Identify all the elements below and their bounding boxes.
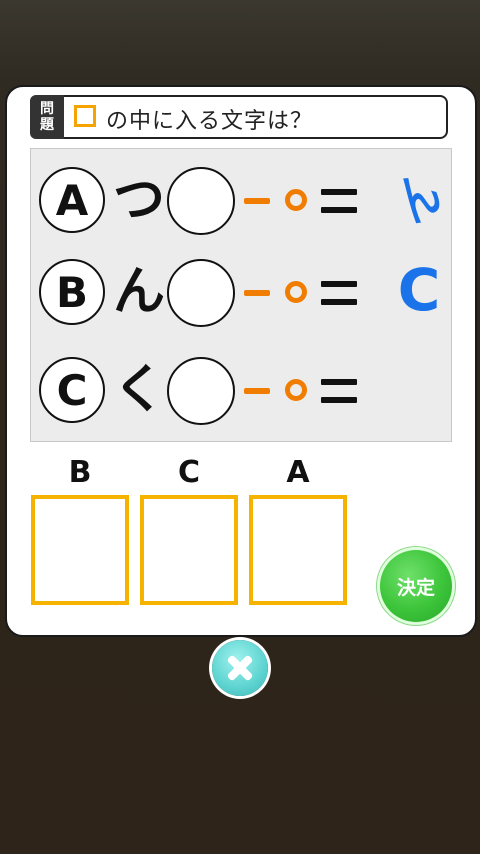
row-answer: [389, 353, 449, 423]
answer-slot-2[interactable]: [140, 495, 238, 605]
question-header: 問 題 の中に入る文字は？: [30, 95, 450, 139]
question-text: の中に入る文字は？: [106, 109, 314, 134]
question-tag-top: 問: [40, 101, 54, 117]
minus-icon: [244, 198, 270, 204]
equals-icon: [321, 379, 357, 405]
blank-circle: [167, 357, 235, 425]
row-letter: B: [39, 259, 105, 325]
blank-circle: [167, 167, 235, 235]
row-letter: C: [39, 357, 105, 423]
row-letter: A: [39, 167, 105, 233]
answer-slot-3[interactable]: [249, 495, 347, 605]
row-kana: く: [112, 360, 165, 420]
row-kana: つ: [112, 170, 165, 230]
close-icon[interactable]: [212, 640, 268, 696]
question-tag: 問 題: [30, 95, 64, 139]
slot-label: B: [68, 455, 92, 490]
equals-icon: [321, 281, 357, 307]
question-tag-bottom: 題: [40, 117, 54, 133]
equals-icon: [321, 189, 357, 215]
question-box: の中に入る文字は？: [64, 95, 448, 139]
circle-mark-icon: [285, 379, 307, 401]
decide-button[interactable]: 決定: [380, 550, 452, 622]
puzzle-row-b: B ん C: [39, 256, 449, 329]
puzzle-row-a: A つ ん: [39, 161, 452, 237]
blank-circle: [167, 259, 235, 327]
circle-mark-icon: [285, 189, 307, 211]
row-answer: ん: [385, 160, 453, 235]
puzzle-row-c: C く: [39, 357, 449, 427]
slot-label: C: [177, 455, 201, 490]
minus-icon: [244, 290, 270, 296]
blank-square-icon: [74, 105, 96, 127]
circle-mark-icon: [285, 281, 307, 303]
answer-slot-1[interactable]: [31, 495, 129, 605]
minus-icon: [244, 388, 270, 394]
slot-label: A: [286, 455, 310, 490]
puzzle-board: A つ ん B ん C C く: [30, 148, 452, 442]
row-answer: C: [397, 256, 441, 324]
row-kana: ん: [112, 262, 165, 322]
